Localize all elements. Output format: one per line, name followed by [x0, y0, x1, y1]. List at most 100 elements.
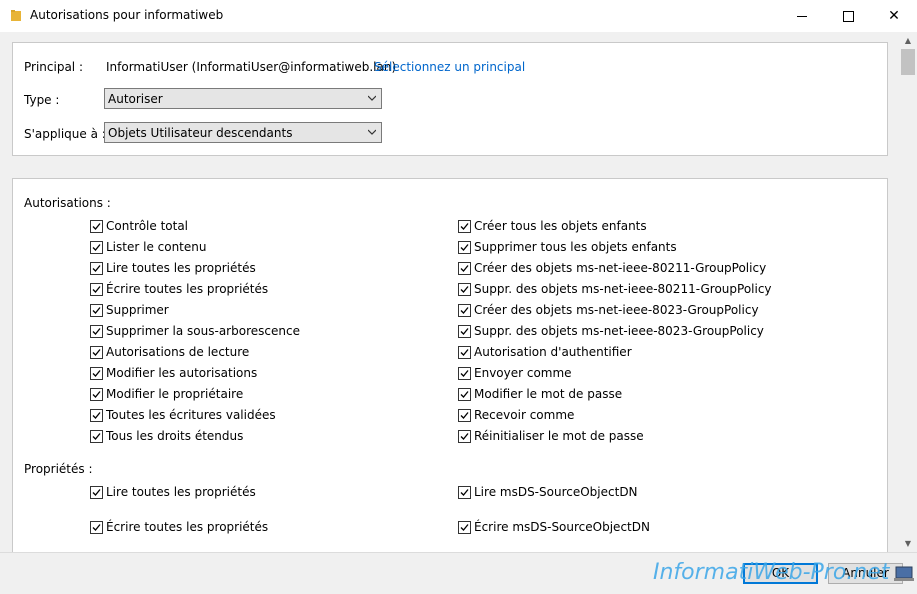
- checkmark-icon: [460, 265, 469, 272]
- type-select-value: Autoriser: [108, 92, 163, 106]
- checkbox[interactable]: [90, 304, 103, 317]
- checkmark-icon: [92, 433, 101, 440]
- scroll-down-arrow-icon[interactable]: ▼: [899, 535, 917, 552]
- checkmark-icon: [92, 349, 101, 356]
- checkbox[interactable]: [90, 241, 103, 254]
- checkmark-icon: [92, 328, 101, 335]
- checkbox[interactable]: [90, 430, 103, 443]
- checkbox[interactable]: [458, 521, 471, 534]
- checkbox[interactable]: [458, 283, 471, 296]
- checkbox[interactable]: [90, 325, 103, 338]
- checkbox[interactable]: [458, 430, 471, 443]
- checkbox-label: Réinitialiser le mot de passe: [474, 429, 644, 443]
- watermark: InformatiWeb-Pro.net: [653, 560, 890, 585]
- checkbox-label: Autorisations de lecture: [106, 345, 250, 359]
- select-principal-link[interactable]: Sélectionnez un principal: [374, 60, 525, 74]
- checkbox-label: Créer tous les objets enfants: [474, 219, 647, 233]
- checkbox[interactable]: [90, 262, 103, 275]
- applies-to-label: S'applique à :: [24, 127, 106, 141]
- checkbox[interactable]: [458, 241, 471, 254]
- checkmark-icon: [460, 307, 469, 314]
- checkmark-icon: [92, 286, 101, 293]
- checkbox-label: Suppr. des objets ms-net-ieee-80211-Grou…: [474, 282, 772, 296]
- checkbox-label: Lire msDS-SourceObjectDN: [474, 485, 638, 499]
- checkbox[interactable]: [458, 220, 471, 233]
- checkbox-label: Modifier les autorisations: [106, 366, 258, 380]
- checkmark-icon: [460, 433, 469, 440]
- checkmark-icon: [92, 391, 101, 398]
- applies-to-select-value: Objets Utilisateur descendants: [108, 126, 293, 140]
- chevron-down-icon: [368, 129, 376, 135]
- checkbox[interactable]: [458, 486, 471, 499]
- checkbox-label: Modifier le mot de passe: [474, 387, 623, 401]
- checkmark-icon: [460, 412, 469, 419]
- checkbox-label: Autorisation d'authentifier: [474, 345, 632, 359]
- checkmark-icon: [92, 307, 101, 314]
- checkbox[interactable]: [90, 346, 103, 359]
- checkbox-label: Modifier le propriétaire: [106, 387, 244, 401]
- checkbox-label: Écrire msDS-SourceObjectDN: [474, 520, 650, 534]
- minimize-icon: [797, 16, 807, 17]
- checkbox[interactable]: [458, 262, 471, 275]
- checkbox[interactable]: [90, 388, 103, 401]
- checkmark-icon: [460, 286, 469, 293]
- checkmark-icon: [460, 370, 469, 377]
- checkbox-label: Envoyer comme: [474, 366, 572, 380]
- properties-label: Propriétés :: [24, 462, 93, 476]
- close-icon: ✕: [888, 8, 900, 24]
- scroll-up-arrow-icon[interactable]: ▲: [899, 32, 917, 49]
- checkmark-icon: [460, 244, 469, 251]
- checkbox[interactable]: [90, 521, 103, 534]
- checkbox[interactable]: [458, 409, 471, 422]
- checkmark-icon: [460, 349, 469, 356]
- checkmark-icon: [92, 412, 101, 419]
- checkmark-icon: [92, 370, 101, 377]
- checkbox[interactable]: [90, 409, 103, 422]
- maximize-icon: [843, 11, 854, 22]
- principal-panel: Principal : InformatiUser (InformatiUser…: [12, 42, 888, 156]
- checkmark-icon: [92, 244, 101, 251]
- checkbox-label: Lire toutes les propriétés: [106, 485, 256, 499]
- vertical-scrollbar[interactable]: ▲ ▼: [899, 32, 917, 552]
- checkbox-label: Lister le contenu: [106, 240, 207, 254]
- type-label: Type :: [24, 93, 60, 107]
- checkbox[interactable]: [90, 486, 103, 499]
- title-bar: Autorisations pour informatiweb ✕: [0, 0, 917, 32]
- checkmark-icon: [92, 265, 101, 272]
- checkbox-label: Supprimer la sous-arborescence: [106, 324, 300, 338]
- checkbox-label: Créer des objets ms-net-ieee-80211-Group…: [474, 261, 767, 275]
- checkbox[interactable]: [90, 283, 103, 296]
- checkbox-label: Supprimer: [106, 303, 169, 317]
- checkbox-label: Lire toutes les propriétés: [106, 261, 256, 275]
- checkmark-icon: [92, 489, 101, 496]
- scrollbar-thumb[interactable]: [901, 49, 915, 75]
- permissions-panel: Autorisations : Contrôle total Lister le …: [12, 178, 888, 552]
- checkbox-label: Suppr. des objets ms-net-ieee-8023-Group…: [474, 324, 764, 338]
- permissions-label: Autorisations :: [24, 196, 111, 210]
- checkbox-label: Créer des objets ms-net-ieee-8023-GroupP…: [474, 303, 759, 317]
- principal-value: InformatiUser (InformatiUser@informatiwe…: [106, 60, 397, 74]
- checkmark-icon: [92, 223, 101, 230]
- checkbox[interactable]: [458, 346, 471, 359]
- applies-to-select[interactable]: Objets Utilisateur descendants: [104, 122, 382, 143]
- checkbox-label: Supprimer tous les objets enfants: [474, 240, 677, 254]
- checkmark-icon: [460, 223, 469, 230]
- maximize-button[interactable]: [825, 0, 871, 32]
- checkbox[interactable]: [458, 325, 471, 338]
- checkbox-label: Tous les droits étendus: [106, 429, 244, 443]
- checkmark-icon: [460, 489, 469, 496]
- principal-label: Principal :: [24, 60, 83, 74]
- type-select[interactable]: Autoriser: [104, 88, 382, 109]
- checkbox[interactable]: [458, 367, 471, 380]
- folder-icon: [11, 10, 21, 21]
- window-title: Autorisations pour informatiweb: [30, 8, 224, 22]
- checkbox-label: Écrire toutes les propriétés: [106, 520, 269, 534]
- minimize-button[interactable]: [779, 0, 825, 32]
- close-button[interactable]: ✕: [871, 0, 917, 32]
- checkmark-icon: [92, 524, 101, 531]
- checkbox[interactable]: [90, 367, 103, 380]
- checkbox[interactable]: [458, 388, 471, 401]
- checkbox[interactable]: [90, 220, 103, 233]
- chevron-down-icon: [368, 95, 376, 101]
- checkbox[interactable]: [458, 304, 471, 317]
